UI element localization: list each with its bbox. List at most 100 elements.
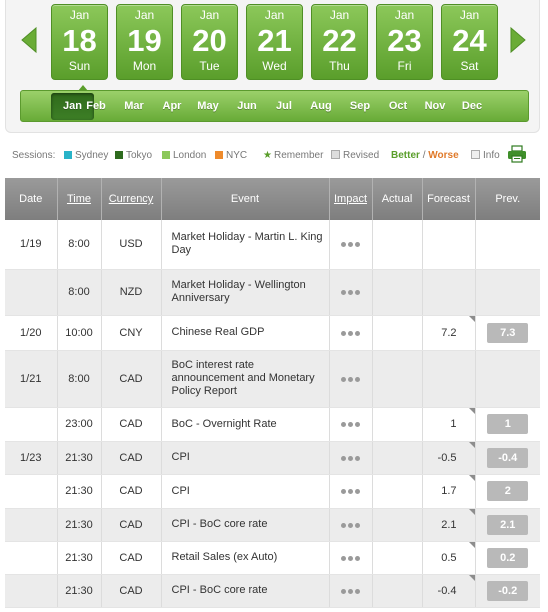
month-dec[interactable]: Dec: [455, 91, 489, 121]
info-corner-icon[interactable]: [468, 574, 475, 581]
revised-icon: [331, 150, 340, 159]
cell-forecast: 0.5: [422, 541, 476, 575]
day-tile-sat[interactable]: Jan 24 Sat: [441, 4, 498, 80]
cell-event[interactable]: Chinese Real GDP: [161, 315, 330, 351]
header-impact-sort[interactable]: Impact: [329, 178, 373, 220]
cell-actual: [372, 508, 423, 542]
day-number: 18: [62, 23, 97, 58]
table-row[interactable]: 21:30 CAD CPI 1.7 2: [5, 474, 540, 509]
cell-date: 1/23: [5, 441, 58, 475]
month-nov[interactable]: Nov: [418, 91, 452, 121]
header-currency-sort[interactable]: Currency: [101, 178, 162, 220]
cell-prev: [475, 220, 540, 270]
month-sep[interactable]: Sep: [343, 91, 377, 121]
table-row[interactable]: 21:30 CAD Retail Sales (ex Auto) 0.5 0.2: [5, 541, 540, 575]
cell-actual: [372, 269, 423, 316]
cell-event[interactable]: BoC - Overnight Rate: [161, 407, 330, 442]
cell-event[interactable]: CPI: [161, 441, 330, 475]
cell-forecast: 2.1: [422, 508, 476, 542]
day-tile-fri[interactable]: Jan 23 Fri: [376, 4, 433, 80]
impact-dots-icon: [340, 485, 361, 497]
day-tile-thu[interactable]: Jan 22 Thu: [311, 4, 368, 80]
previous-week-arrow-icon[interactable]: [20, 26, 38, 54]
cell-prev: 0.2: [475, 541, 540, 575]
day-tile-wed[interactable]: Jan 21 Wed: [246, 4, 303, 80]
cell-currency: USD: [101, 220, 162, 270]
day-weekday: Thu: [329, 59, 350, 73]
table-row[interactable]: 21:30 CAD CPI - BoC core rate 2.1 2.1: [5, 508, 540, 542]
cell-event[interactable]: Retail Sales (ex Auto): [161, 541, 330, 575]
next-week-arrow-icon[interactable]: [509, 26, 527, 54]
cell-event[interactable]: CPI - BoC core rate: [161, 574, 330, 608]
cell-impact: [329, 441, 373, 475]
session-name: Sydney: [75, 150, 109, 161]
cell-currency: CAD: [101, 407, 162, 442]
cell-event[interactable]: Market Holiday - Martin L. King Day: [161, 220, 330, 270]
table-row[interactable]: 1/23 21:30 CAD CPI -0.5 -0.4: [5, 441, 540, 475]
forecast-value: 1: [450, 418, 457, 430]
month-may[interactable]: May: [191, 91, 225, 121]
info-corner-icon[interactable]: [468, 474, 475, 481]
cell-event[interactable]: CPI - BoC core rate: [161, 508, 330, 542]
day-tile-mon[interactable]: Jan 19 Mon: [116, 4, 173, 80]
day-month: Jan: [329, 8, 350, 22]
month-apr[interactable]: Apr: [155, 91, 189, 121]
prev-badge: -0.4: [487, 447, 529, 468]
day-weekday: Wed: [262, 59, 287, 73]
cell-actual: [372, 407, 423, 442]
sessions-label: Sessions:: [12, 150, 56, 161]
day-month: Jan: [69, 8, 90, 22]
impact-dots-icon: [340, 238, 361, 250]
info-corner-icon[interactable]: [468, 541, 475, 548]
nyc-swatch-icon: [215, 151, 223, 159]
cell-actual: [372, 350, 423, 408]
info-legend: Info: [471, 150, 500, 162]
day-tile-sun[interactable]: Jan 18 Sun: [51, 4, 108, 80]
cell-event[interactable]: CPI: [161, 474, 330, 509]
day-month: Jan: [394, 8, 415, 22]
cell-event[interactable]: BoC interest rate announcement and Monet…: [161, 350, 330, 408]
header-actual: Actual: [372, 178, 423, 220]
printer-icon[interactable]: [507, 145, 527, 163]
cell-event[interactable]: Market Holiday - Wellington Anniversary: [161, 269, 330, 316]
day-number: 22: [322, 23, 357, 58]
cell-impact: [329, 220, 373, 270]
table-row[interactable]: 8:00 NZD Market Holiday - Wellington Anniv…: [5, 269, 540, 316]
header-time-sort[interactable]: Time: [57, 178, 102, 220]
info-corner-icon[interactable]: [468, 315, 475, 322]
session-name: Tokyo: [126, 150, 153, 161]
cell-currency: CAD: [101, 350, 162, 408]
table-row[interactable]: 21:30 CAD CPI - BoC core rate -0.4 -0.2: [5, 574, 540, 608]
table-row[interactable]: 1/20 10:00 CNY Chinese Real GDP 7.2 7.3: [5, 315, 540, 351]
cell-actual: [372, 220, 423, 270]
impact-dots-icon: [340, 585, 361, 597]
month-oct[interactable]: Oct: [381, 91, 415, 121]
day-weekday: Mon: [132, 59, 157, 73]
month-aug[interactable]: Aug: [304, 91, 338, 121]
info-corner-icon[interactable]: [468, 441, 475, 448]
day-number: 19: [127, 23, 162, 58]
table-row[interactable]: 1/21 8:00 CAD BoC interest rate announcemen…: [5, 350, 540, 408]
day-tile-tue[interactable]: Jan 20 Tue: [181, 4, 238, 80]
star-icon: ★: [263, 150, 272, 161]
table-row[interactable]: 23:00 CAD BoC - Overnight Rate 1 1: [5, 407, 540, 442]
month-jun[interactable]: Jun: [230, 91, 264, 121]
month-mar[interactable]: Mar: [117, 91, 151, 121]
forecast-value: 0.5: [441, 551, 457, 564]
month-bar: Jan Feb Mar Apr May Jun Jul Aug Sep Oct Nov Dec: [20, 90, 529, 122]
info-corner-icon[interactable]: [468, 508, 475, 515]
cell-prev: [475, 269, 540, 316]
forecast-value: 2.1: [441, 518, 457, 531]
info-corner-icon[interactable]: [468, 407, 475, 414]
impact-dots-icon: [340, 327, 361, 339]
day-month: Jan: [264, 8, 285, 22]
remember-label: Remember: [273, 150, 324, 161]
table-row[interactable]: 1/19 8:00 USD Market Holiday - Martin L. Ki…: [5, 220, 540, 270]
session-tokyo: Tokyo: [115, 150, 152, 162]
month-feb[interactable]: Feb: [79, 91, 113, 121]
revised-legend: Revised: [331, 150, 379, 162]
month-jul[interactable]: Jul: [267, 91, 301, 121]
cell-date: 1/19: [5, 220, 58, 270]
events-table-wrapper: Date Time Currency Event Impact Actual F…: [5, 178, 540, 608]
cell-time: 21:30: [57, 508, 102, 542]
